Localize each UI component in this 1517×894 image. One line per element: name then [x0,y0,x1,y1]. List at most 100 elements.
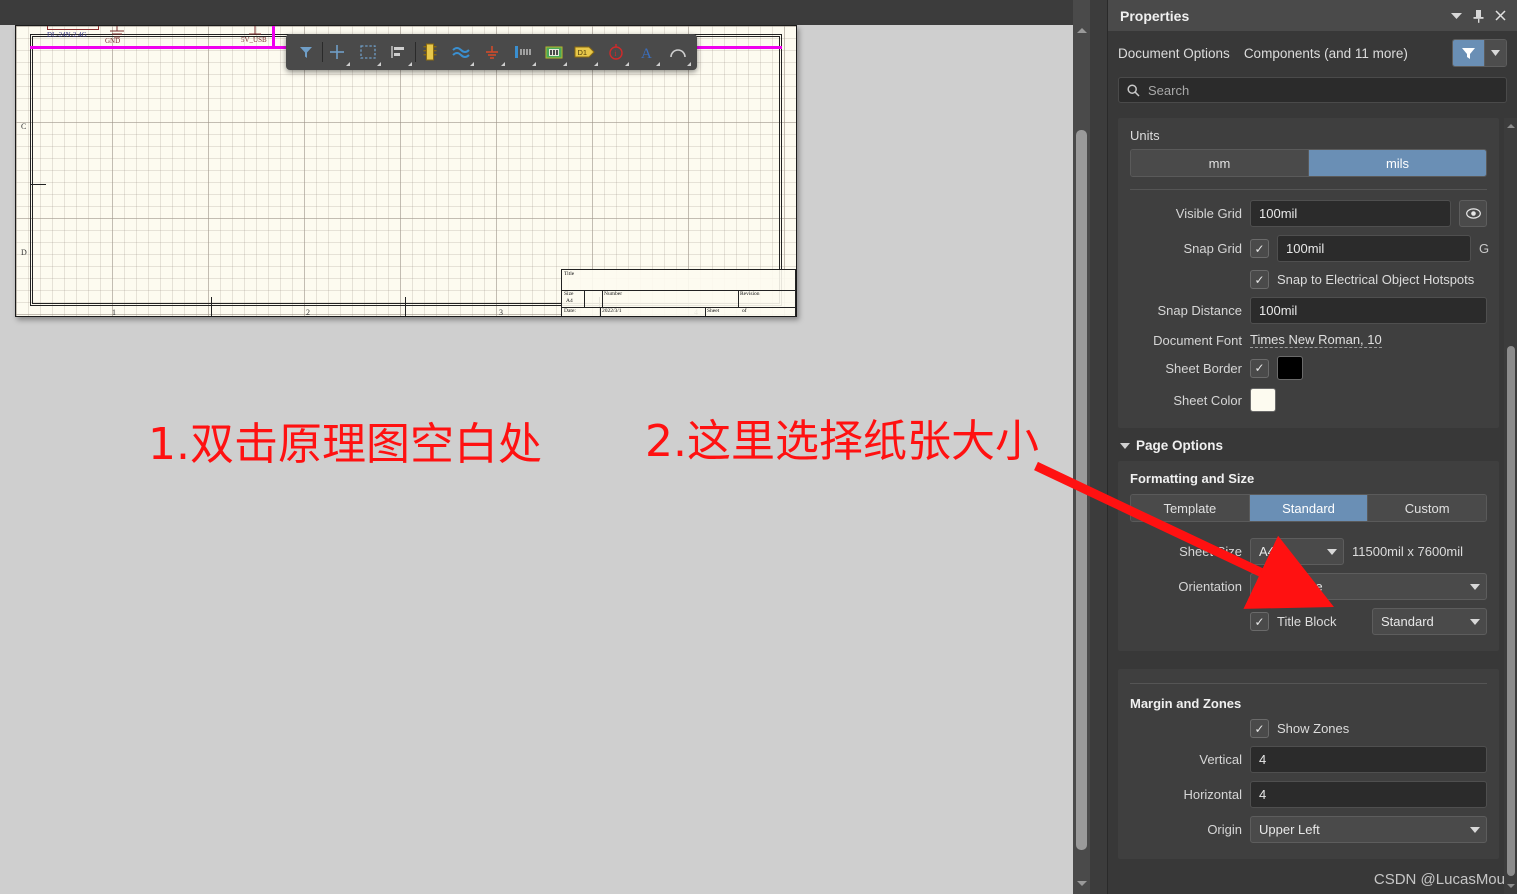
chevron-down-icon[interactable] [594,62,598,66]
wire-stub [272,25,275,26]
net-label-gnd: GND [105,37,121,45]
title-block-checkbox[interactable]: ✓ [1250,612,1269,631]
zone-label-bottom-2: 2 [306,308,310,317]
dropdown-icon[interactable] [1445,5,1467,27]
panel-tabs: Document Options Components (and 11 more… [1108,31,1517,73]
chevron-down-icon[interactable] [532,62,536,66]
title-block-vline-2 [602,290,603,307]
sheet-size-dropdown[interactable]: A4 [1250,538,1344,565]
chevron-down-icon[interactable] [656,62,660,66]
document-font-value[interactable]: Times New Roman, 10 [1250,332,1382,348]
scroll-up-arrow[interactable] [1073,22,1090,39]
format-segmented-control: Template Standard Custom [1130,494,1487,522]
eye-icon[interactable] [1459,200,1487,227]
panel-body: Units mm mils Visible Grid Snap Grid ✓ [1108,118,1517,894]
place-port-icon[interactable] [507,37,538,67]
visible-grid-input[interactable] [1250,200,1451,227]
chevron-down-icon[interactable] [1484,40,1506,66]
format-option-custom[interactable]: Custom [1368,495,1486,521]
sheet-size-row: Sheet Size A4 11500mil x 7600mil [1130,538,1487,565]
sheet-border-row: Sheet Border ✓ [1130,356,1487,380]
align-icon[interactable] [383,37,416,67]
snap-grid-input[interactable] [1277,235,1471,262]
chevron-down-icon[interactable] [687,62,691,66]
tab-document-options[interactable]: Document Options [1118,46,1230,61]
vertical-input[interactable] [1250,746,1487,773]
place-component-icon[interactable] [414,37,445,67]
units-option-mils[interactable]: mils [1309,150,1486,176]
snap-hotspots-checkbox[interactable]: ✓ [1250,270,1269,289]
scroll-thumb[interactable] [1076,130,1087,850]
sheet-border-color-swatch[interactable] [1277,356,1303,380]
chevron-down-icon[interactable] [563,62,567,66]
svg-text:A: A [641,46,652,61]
wire-vertical[interactable] [272,26,275,48]
place-text-icon[interactable]: A [631,37,662,67]
scroll-down-arrow[interactable] [1073,875,1090,892]
collapse-triangle-icon [1120,442,1130,449]
crosshair-place-icon[interactable] [321,37,352,67]
panel-scroll-thumb[interactable] [1507,346,1515,876]
page-options-header[interactable]: Page Options [1108,428,1517,461]
chevron-down-icon[interactable] [377,62,381,66]
format-option-standard[interactable]: Standard [1249,495,1369,521]
snap-distance-row: Snap Distance [1130,297,1487,324]
snap-grid-shortcut: G [1479,241,1490,256]
chevron-down-icon[interactable] [501,62,505,66]
horizontal-input[interactable] [1250,781,1487,808]
sheet-color-swatch[interactable] [1250,388,1276,412]
component-dl24n[interactable] [47,26,99,30]
place-arc-icon[interactable] [662,37,693,67]
panel-vertical-scrollbar[interactable] [1504,118,1517,894]
canvas-vertical-scrollbar[interactable] [1073,0,1090,894]
tab-components[interactable]: Components (and 11 more) [1244,46,1408,61]
units-label: Units [1130,128,1160,143]
close-icon[interactable] [1489,5,1511,27]
panel-scroll-up-arrow[interactable] [1506,120,1515,132]
search-input[interactable] [1148,82,1498,98]
origin-dropdown[interactable]: Upper Left [1250,816,1487,843]
snap-distance-input[interactable] [1250,297,1487,324]
units-segmented-control: mm mils [1130,149,1487,177]
filter-icon[interactable] [1453,40,1484,66]
watermark: CSDN @LucasMou [1373,871,1505,888]
search-row [1108,73,1517,111]
filter-button-group [1452,39,1507,67]
format-option-template[interactable]: Template [1131,495,1250,521]
horizontal-label: Horizontal [1183,787,1242,802]
place-ground-icon[interactable] [476,37,507,67]
sheet-border-checkbox[interactable]: ✓ [1250,358,1269,378]
annotation-step-1: 1.双击原理图空白处 [148,419,542,470]
chevron-down-icon[interactable] [346,62,350,66]
zone-label-left-d: D [21,248,27,257]
margin-zones-divider [1130,683,1487,684]
chevron-down-icon[interactable] [470,62,474,66]
chevron-down-icon[interactable] [408,62,412,66]
properties-panel: Properties Document Options Components (… [1107,0,1517,894]
snap-distance-label: Snap Distance [1157,303,1242,318]
snap-grid-checkbox[interactable]: ✓ [1250,239,1269,258]
place-wire-icon[interactable] [445,37,476,67]
search-box[interactable] [1118,77,1507,103]
place-net-label-icon[interactable]: D1 [569,37,600,67]
floating-toolbar[interactable]: D1 i A [286,34,697,70]
orientation-row: Orientation Landscape [1130,573,1487,600]
chevron-down-icon[interactable] [625,62,629,66]
show-zones-checkbox[interactable]: ✓ [1250,719,1269,738]
show-zones-label: Show Zones [1277,721,1350,736]
snap-grid-label: Snap Grid [1183,241,1242,256]
filter-tool-icon[interactable] [290,37,323,67]
title-block-date-value: 2022/3/1 [602,308,622,314]
no-erc-icon[interactable]: i [600,37,631,67]
select-area-icon[interactable] [352,37,383,67]
panel-scroll-down-arrow[interactable] [1506,880,1515,892]
origin-value: Upper Left [1259,822,1320,837]
orientation-dropdown[interactable]: Landscape [1250,573,1487,600]
units-option-mm[interactable]: mm [1131,150,1309,176]
title-block-dropdown[interactable]: Standard [1372,608,1487,635]
place-sheet-symbol-icon[interactable] [538,37,569,67]
title-block[interactable]: Title Size A4 Number Revision Date: 2022… [561,269,796,316]
pin-icon[interactable] [1467,5,1489,27]
sheet-border-label: Sheet Border [1165,360,1242,376]
formatting-size-title: Formatting and Size [1130,471,1255,486]
